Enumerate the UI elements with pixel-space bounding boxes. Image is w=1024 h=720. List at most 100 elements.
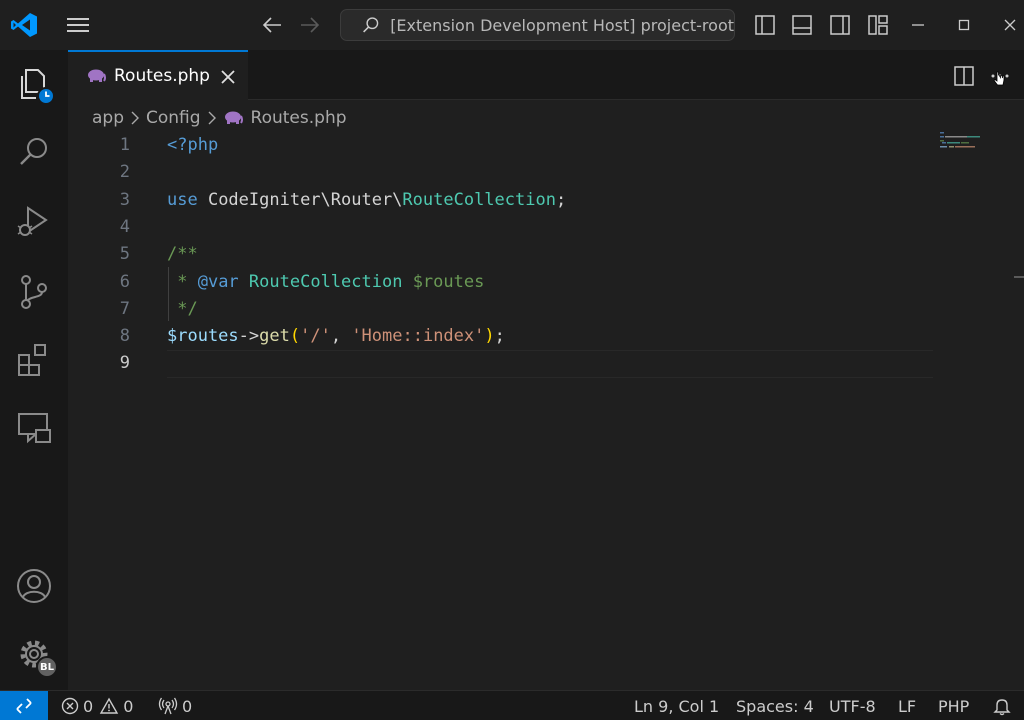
split-editor-icon[interactable] <box>952 64 976 88</box>
line-code: * @var RouteCollection $routes <box>167 269 484 296</box>
toggle-panel-icon[interactable] <box>791 14 813 36</box>
hamburger-menu-icon[interactable] <box>64 14 92 36</box>
code-token: CodeIgniter\Router\ <box>207 189 403 210</box>
customize-layout-icon[interactable] <box>867 14 889 36</box>
code-token: * <box>167 271 198 292</box>
error-count: 0 <box>83 696 94 716</box>
code-token: RouteCollection <box>402 189 556 210</box>
code-token: -> <box>238 326 260 347</box>
editor-tab-bar: Routes.php <box>68 50 1024 100</box>
code-editor[interactable]: 1 <?php 2 3 use CodeIgniter\Router\RouteColl… <box>68 132 1024 690</box>
code-line[interactable]: 9 <box>68 350 938 377</box>
code-token: 'Home::index' <box>351 326 485 347</box>
explorer-icon[interactable] <box>14 64 54 104</box>
code-line[interactable]: 5 /** <box>68 241 938 268</box>
php-file-icon <box>88 69 106 82</box>
code-token: get <box>259 326 290 347</box>
run-debug-icon[interactable] <box>14 202 54 242</box>
warning-count: 0 <box>123 696 134 716</box>
line-code: <?php <box>167 132 218 159</box>
code-token: ; <box>555 189 567 210</box>
source-control-icon[interactable] <box>14 272 54 312</box>
tab-routes-php[interactable]: Routes.php <box>68 50 248 100</box>
code-token: */ <box>167 298 198 319</box>
arrow-right-icon[interactable] <box>297 12 323 38</box>
code-line[interactable]: 4 <box>68 214 938 241</box>
code-token: '/' <box>300 326 331 347</box>
ports-count: 0 <box>182 696 193 716</box>
breadcrumb-item-file[interactable]: Routes.php <box>223 108 347 128</box>
ports-indicator[interactable]: 0 <box>158 691 192 720</box>
line-number: 5 <box>119 244 130 265</box>
extensions-icon[interactable] <box>14 340 54 380</box>
line-number: 6 <box>119 271 130 292</box>
command-center-search[interactable]: [Extension Development Host] project-roo… <box>340 9 735 41</box>
notifications-bell[interactable] <box>992 691 1016 720</box>
line-number: 3 <box>119 189 130 210</box>
remote-explorer-icon[interactable] <box>14 408 54 448</box>
line-code: use CodeIgniter\Router\RouteCollection; <box>167 187 566 214</box>
search-icon[interactable] <box>14 132 54 172</box>
breadcrumb-file-label: Routes.php <box>250 108 347 128</box>
chevron-right-icon <box>207 110 217 126</box>
php-file-icon <box>224 111 243 124</box>
command-center-label: [Extension Development Host] project-roo… <box>390 15 734 35</box>
remote-icon <box>16 698 32 714</box>
toggle-primary-sidebar-icon[interactable] <box>754 14 776 36</box>
code-token: ; <box>494 326 505 347</box>
code-line[interactable]: 8 $routes->get('/', 'Home::index'); <box>68 323 938 350</box>
account-icon[interactable] <box>14 566 54 606</box>
code-line[interactable]: 2 <box>68 159 938 186</box>
breadcrumb: app Config Routes.php <box>92 104 347 132</box>
line-number: 8 <box>119 326 130 347</box>
encoding-indicator[interactable]: UTF-8 <box>829 691 876 720</box>
tab-label: Routes.php <box>114 66 210 86</box>
chevron-right-icon <box>130 110 140 126</box>
scrollbar-cursor-marker <box>1014 276 1024 278</box>
toggle-secondary-sidebar-icon[interactable] <box>829 14 851 36</box>
vscode-logo-icon <box>11 13 37 37</box>
remote-indicator[interactable] <box>0 691 48 720</box>
cursor-position[interactable]: Ln 9, Col 1 <box>634 691 719 720</box>
search-icon <box>363 17 379 33</box>
close-icon[interactable] <box>218 67 238 87</box>
line-code: /** <box>167 241 198 268</box>
bell-icon <box>993 699 1011 716</box>
code-token: use <box>167 189 208 210</box>
line-number: 9 <box>119 353 130 374</box>
code-token: $routes <box>167 326 239 347</box>
breadcrumb-item-app[interactable]: app <box>92 108 124 128</box>
indentation-indicator[interactable]: Spaces: 4 <box>736 691 814 720</box>
line-code: */ <box>167 296 198 323</box>
arrow-left-icon[interactable] <box>259 12 285 38</box>
more-actions-icon[interactable] <box>988 66 1012 90</box>
code-token: , <box>330 326 352 347</box>
code-line[interactable]: 1 <?php <box>68 132 938 159</box>
close-window-icon[interactable] <box>998 13 1022 37</box>
problems-indicator[interactable]: 0 0 <box>61 691 133 720</box>
code-token: @var <box>197 271 239 292</box>
code-token: RouteCollection <box>248 271 403 292</box>
status-bar: 0 0 0 Ln 9, Col 1 Spaces: 4 UTF-8 LF PHP <box>0 690 1024 720</box>
eol-indicator[interactable]: LF <box>898 691 916 720</box>
code-token: $routes <box>402 271 485 292</box>
code-token: /** <box>167 244 198 265</box>
broadcast-icon <box>158 697 178 715</box>
warning-icon <box>99 697 119 714</box>
code-token: ) <box>484 326 495 347</box>
code-line[interactable]: 7 */ <box>68 296 938 323</box>
maximize-icon[interactable] <box>952 13 976 37</box>
code-line[interactable]: 6 * @var RouteCollection $routes <box>68 269 938 296</box>
line-number: 1 <box>119 135 130 155</box>
title-bar: [Extension Development Host] project-roo… <box>0 0 1024 50</box>
line-code: $routes->get('/', 'Home::index'); <box>167 323 505 350</box>
code-token: <?php <box>167 135 219 155</box>
breadcrumb-item-config[interactable]: Config <box>146 108 201 128</box>
minimize-icon[interactable] <box>906 13 930 37</box>
minimap[interactable] <box>940 132 1010 162</box>
account-badge: BL <box>36 656 58 678</box>
code-token: ( <box>289 326 301 347</box>
code-line[interactable]: 3 use CodeIgniter\Router\RouteCollection; <box>68 187 938 214</box>
language-mode[interactable]: PHP <box>938 691 969 720</box>
